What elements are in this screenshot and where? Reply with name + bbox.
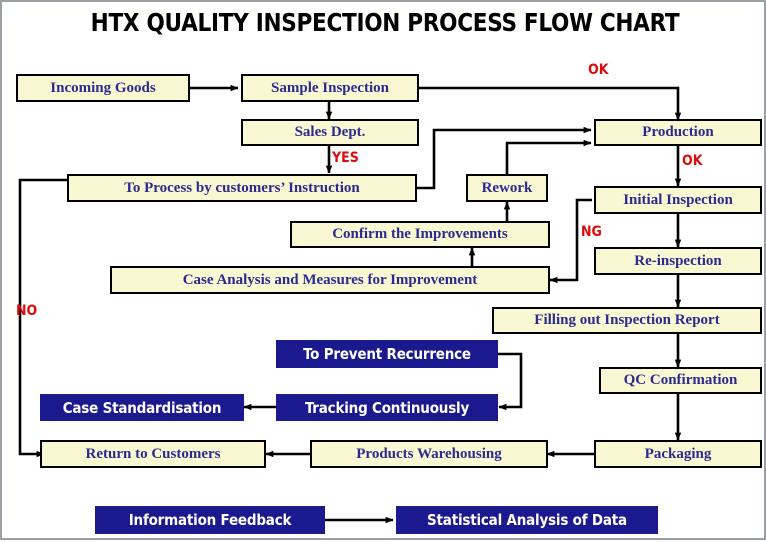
node-label: Case Analysis and Measures for Improveme… (182, 271, 478, 288)
flowchart-canvas: HTX QUALITY INSPECTION PROCESS FLOW CHAR… (0, 0, 766, 540)
edge-rework-to-production (505, 139, 592, 174)
edge-prevent-to-tracking (497, 352, 523, 411)
node-label: Information Feedback (128, 511, 292, 529)
node-label: Incoming Goods (50, 79, 156, 96)
node-re-inspection[interactable]: Re-inspection (594, 247, 762, 275)
node-label: Rework (481, 179, 533, 196)
node-production[interactable]: Production (594, 119, 762, 146)
node-label: Production (642, 124, 714, 140)
node-label: Sample Inspection (271, 79, 389, 96)
node-return-to-customers[interactable]: Return to Customers (40, 440, 266, 468)
node-incoming-goods[interactable]: Incoming Goods (16, 74, 190, 102)
node-label: Sales Dept. (294, 124, 366, 140)
node-label: Confirm the Improvements (332, 226, 508, 242)
node-label: QC Confirmation (623, 372, 738, 388)
edge-label-ok-production: OK (682, 153, 703, 169)
node-label: Initial Inspection (623, 191, 733, 208)
node-tracking-continuously[interactable]: Tracking Continuously (276, 394, 498, 421)
node-label: Return to Customers (85, 445, 221, 462)
edge-label-no: NO (16, 303, 38, 319)
node-label: Packaging (644, 445, 712, 462)
node-label: To Process by customers’ Instruction (124, 179, 360, 196)
node-case-standardisation[interactable]: Case Standardisation (40, 394, 244, 421)
edge-label-ok-top: OK (588, 62, 609, 78)
edge-label-ng: NG (581, 224, 602, 240)
node-to-prevent-recurrence[interactable]: To Prevent Recurrence (276, 340, 498, 368)
node-label: Statistical Analysis of Data (427, 511, 627, 529)
edge-sample-to-production-ok (418, 86, 682, 121)
node-initial-inspection[interactable]: Initial Inspection (594, 186, 762, 214)
node-filling-out-inspection-report[interactable]: Filling out Inspection Report (492, 307, 762, 334)
node-label: Tracking Continuously (304, 398, 470, 417)
node-rework[interactable]: Rework (466, 174, 548, 202)
node-confirm-the-improvements[interactable]: Confirm the Improvements (290, 221, 550, 248)
node-to-process-by-customers-instruction[interactable]: To Process by customers’ Instruction (67, 174, 417, 202)
node-label: Filling out Inspection Report (534, 312, 720, 328)
node-packaging[interactable]: Packaging (594, 440, 762, 468)
edge-initial-to-case-ng (549, 198, 592, 284)
node-label: Case Standardisation (62, 398, 222, 417)
node-label: Products Warehousing (356, 445, 502, 462)
node-case-analysis-and-measures[interactable]: Case Analysis and Measures for Improveme… (110, 266, 550, 294)
node-products-warehousing[interactable]: Products Warehousing (310, 440, 548, 468)
edge-label-yes: YES (332, 150, 359, 166)
node-qc-confirmation[interactable]: QC Confirmation (599, 367, 762, 394)
node-label: To Prevent Recurrence (303, 345, 471, 363)
node-sales-dept[interactable]: Sales Dept. (241, 119, 419, 146)
node-sample-inspection[interactable]: Sample Inspection (241, 74, 419, 102)
node-statistical-analysis-of-data[interactable]: Statistical Analysis of Data (396, 506, 658, 534)
node-information-feedback[interactable]: Information Feedback (95, 506, 325, 534)
node-label: Re-inspection (634, 252, 722, 269)
